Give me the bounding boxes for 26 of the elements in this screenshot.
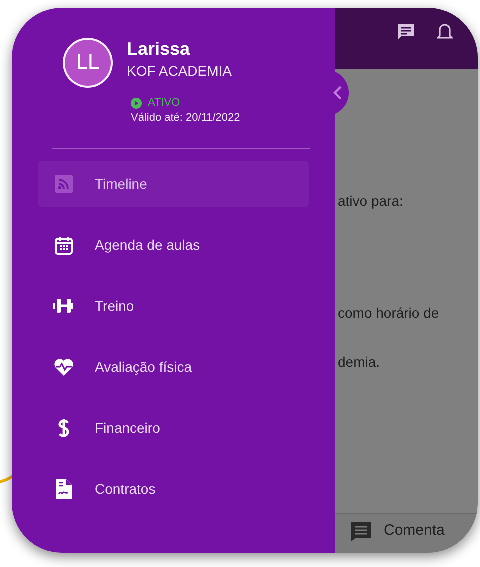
content-text: ativo para:	[338, 192, 404, 210]
menu-item[interactable]: Financeiro	[38, 405, 309, 451]
menu-item[interactable]: Avaliação física	[38, 344, 309, 390]
play-circle-icon	[131, 98, 142, 109]
gym-name: KOF ACADEMIA	[127, 62, 234, 80]
valid-until: Válido até: 20/11/2022	[131, 111, 240, 125]
content-text: como horário de	[338, 304, 440, 322]
menu-item[interactable]: Agenda de aulas	[38, 222, 309, 268]
avatar: LL	[63, 38, 113, 88]
rss-icon	[55, 175, 73, 193]
menu-item[interactable]: Timeline	[38, 161, 309, 207]
heart-pulse-icon	[54, 358, 74, 376]
bell-icon[interactable]	[437, 22, 453, 42]
document-signature-icon	[56, 479, 72, 499]
calendar-icon	[55, 236, 73, 254]
dumbbell-icon	[53, 298, 75, 314]
message-icon[interactable]	[397, 22, 415, 40]
comment-label[interactable]: Comenta	[384, 520, 445, 543]
menu-item[interactable]: Contratos	[38, 466, 309, 512]
content-text: demia.	[338, 353, 382, 371]
comment-icon[interactable]	[350, 520, 372, 542]
chevron-left-icon	[333, 86, 343, 100]
status-label: ATIVO	[148, 97, 180, 110]
dollar-icon	[58, 418, 70, 438]
menu-item[interactable]: Treino	[38, 283, 309, 329]
user-name: Larissa	[127, 38, 192, 60]
